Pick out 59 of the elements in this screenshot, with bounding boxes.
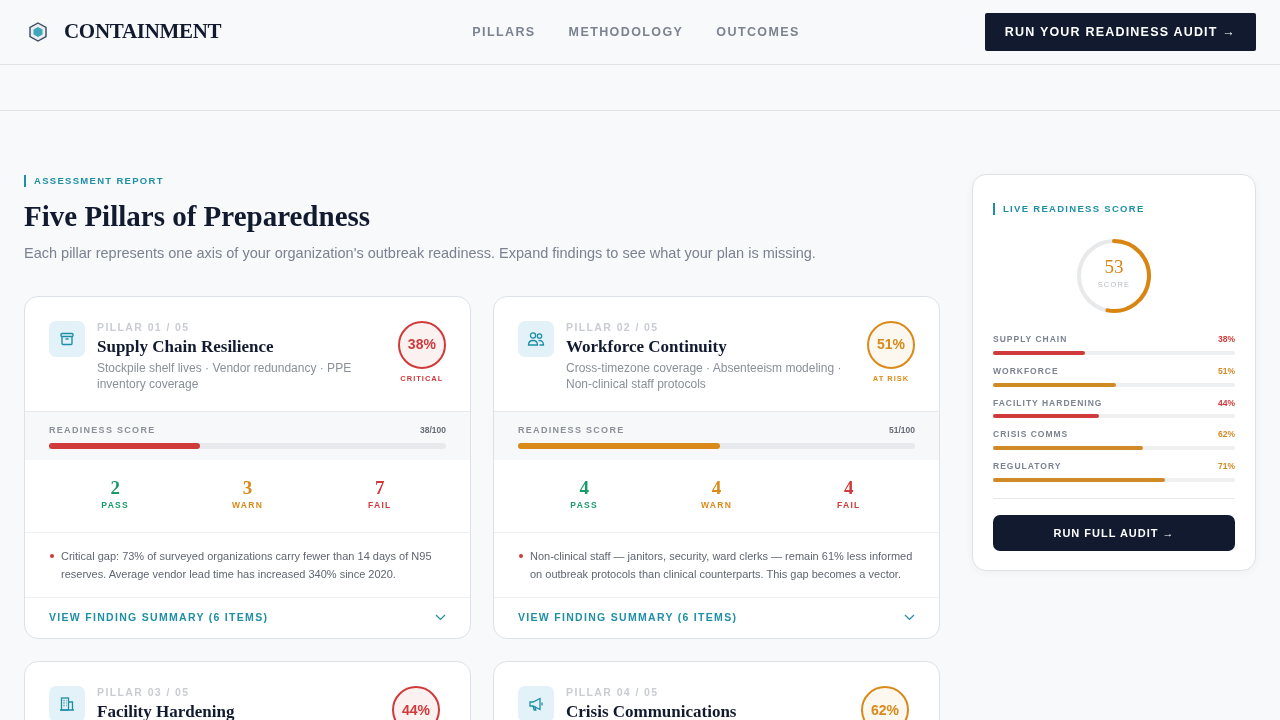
pillar-title: Workforce Continuity [566,336,728,357]
chevron-down-icon[interactable] [435,614,446,622]
pillar-subtitle: Stockpile shelf lives · Vendor redundancy · PPE inventory coverage [97,359,353,392]
section-eyebrow: ASSESSMENT REPORT [24,175,164,187]
stat-label: FAIL [367,498,393,512]
category-label: REGULATORY [993,460,1062,473]
percent-badge: 51% [867,320,915,369]
pillar-title: Supply Chain Resilience [97,336,275,357]
percent-badge: 38% [397,320,446,369]
stat-value: 2 [109,478,121,499]
pillar-subtitle: Cross-timezone coverage · Absenteeism modeling · Non-clinical staff protocols [566,359,843,392]
stat-label: WARN [230,498,265,512]
page-title: Five Pillars of Preparedness [24,199,372,234]
stat-value: 4 [843,478,855,499]
stat-label: FAIL [836,498,862,512]
bullet-dot [50,553,54,558]
intro-text: Each pillar represents one axis of your organization's outbreak readiness. Expand findings to see what your plan is missing. [24,243,817,263]
megaphone-icon [528,696,544,713]
stat-value: 4 [578,478,590,499]
category-label: SUPPLY CHAIN [993,333,1068,346]
finding-text: Critical gap: 73% of surveyed organizations carry fewer than 14 days of N95 reserves. Average vendor lead time has increased 340% since 2020. [61,549,432,580]
bullet-dot [519,553,523,558]
stat-value: 4 [710,478,723,499]
readiness-audit-button[interactable]: RUN YOUR READINESS AUDIT → [984,12,1256,52]
stat-value: 3 [241,478,254,499]
panel-eyebrow: LIVE READINESS SCORE [993,203,1145,215]
stat-label: WARN [699,498,734,512]
score-value: 53 [1103,257,1125,276]
score-label: READINESS SCORE [518,423,625,437]
full-audit-button[interactable]: RUN FULL AUDIT → [993,514,1235,552]
finding-summary-link[interactable]: VIEW FINDING SUMMARY (6 ITEMS) [49,609,269,626]
stat-label: PASS [569,498,599,512]
stat-label: PASS [100,498,130,512]
category-label: CRISIS COMMS [993,428,1069,441]
nav-link[interactable]: METHODOLOGY [568,22,684,42]
shield-logo-icon [28,22,48,42]
category-value: 71% [1218,460,1235,473]
category-value: 44% [1218,396,1235,410]
score-label: READINESS SCORE [49,423,156,437]
category-label: WORKFORCE [993,364,1059,378]
finding-text: Non-clinical staff — janitors, security, ward clerks — remain 61% less informed on outbreak protocols than clinical counterparts. This gap becomes a vector. [530,549,913,580]
category-value: 38% [1218,333,1235,346]
people-icon [527,330,545,347]
percent-badge: 62% [861,686,909,720]
building-icon [59,696,75,713]
pillar-title: Crisis Communications [566,702,738,720]
percent-badge: 44% [392,686,440,720]
nav-link[interactable]: PILLARS [472,22,536,42]
brand-name: CONTAINMENT [64,18,222,46]
finding-summary-link[interactable]: VIEW FINDING SUMMARY (6 ITEMS) [518,609,738,626]
score-value: 51/100 [889,423,915,437]
category-value: 51% [1218,364,1235,378]
archive-box-icon [59,330,75,347]
stat-value: 7 [374,478,386,499]
chevron-down-icon[interactable] [904,614,915,622]
category-value: 62% [1218,428,1235,441]
score-value: 38/100 [420,423,446,437]
nav-link[interactable]: OUTCOMES [716,22,800,42]
category-label: FACILITY HARDENING [993,396,1103,410]
